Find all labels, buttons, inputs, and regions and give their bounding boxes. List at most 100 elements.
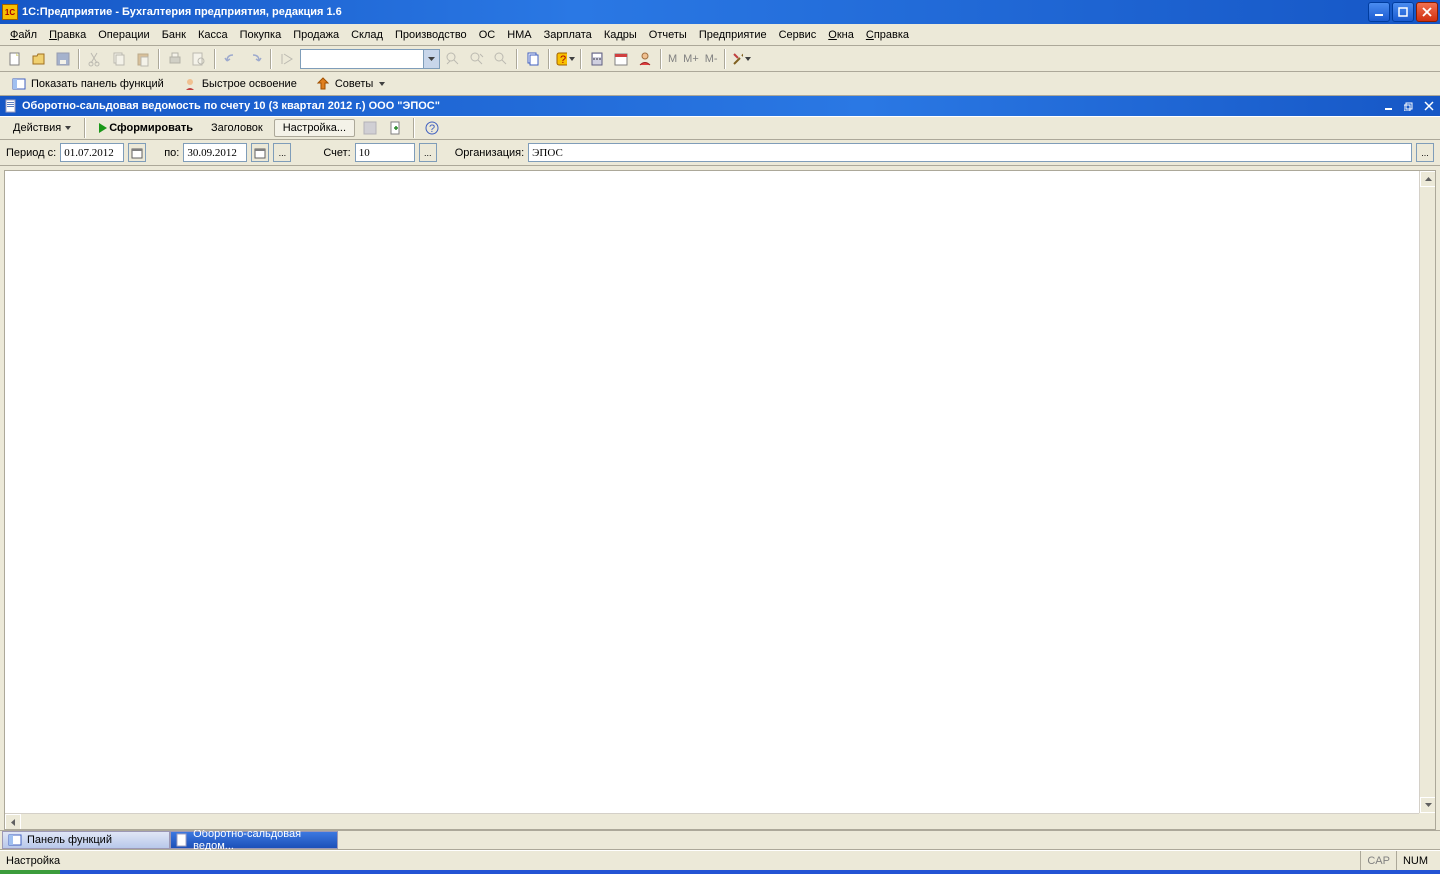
save-icon[interactable] bbox=[52, 48, 74, 70]
minimize-button[interactable] bbox=[1368, 2, 1390, 22]
print-icon[interactable] bbox=[164, 48, 186, 70]
period-from-label: Период с: bbox=[6, 147, 56, 159]
menu-enterprise[interactable]: Предприятие bbox=[693, 27, 773, 43]
doc-close-button[interactable] bbox=[1422, 99, 1436, 113]
doc-restore-button[interactable] bbox=[1402, 99, 1416, 113]
tools-icon[interactable] bbox=[730, 48, 752, 70]
scroll-track[interactable] bbox=[1420, 187, 1435, 797]
menu-salary[interactable]: Зарплата bbox=[538, 27, 598, 43]
titlebar: 1C 1С:Предприятие - Бухгалтерия предприя… bbox=[0, 0, 1440, 24]
settings-button[interactable]: Настройка... bbox=[274, 119, 355, 137]
document-icon bbox=[4, 99, 18, 113]
main-toolbar: ? M M+ M- bbox=[0, 46, 1440, 72]
menu-cash[interactable]: Касса bbox=[192, 27, 234, 43]
horizontal-scrollbar[interactable] bbox=[5, 813, 1435, 829]
save-report-icon[interactable] bbox=[359, 117, 381, 139]
undo-icon[interactable] bbox=[220, 48, 242, 70]
menu-warehouse[interactable]: Склад bbox=[345, 27, 389, 43]
show-panel-button[interactable]: Показать панель функций bbox=[6, 73, 169, 95]
secondary-toolbar: Показать панель функций Быстрое освоение… bbox=[0, 72, 1440, 96]
header-button[interactable]: Заголовок bbox=[204, 119, 270, 137]
organization-input[interactable] bbox=[528, 143, 1412, 162]
account-choose-button[interactable]: ... bbox=[419, 143, 437, 162]
svg-text:?: ? bbox=[429, 123, 435, 135]
actions-dropdown[interactable]: Действия bbox=[6, 119, 78, 137]
separator bbox=[214, 49, 216, 69]
period-choose-button[interactable]: ... bbox=[273, 143, 291, 162]
separator bbox=[580, 49, 582, 69]
new-document-icon[interactable] bbox=[4, 48, 26, 70]
menu-service[interactable]: Сервис bbox=[773, 27, 823, 43]
tips-button[interactable]: Советы bbox=[310, 73, 390, 95]
account-input[interactable] bbox=[355, 143, 415, 162]
menu-nma[interactable]: НМА bbox=[501, 27, 537, 43]
tab-label: Оборотно-сальдовая ведом... bbox=[193, 828, 327, 852]
generate-button[interactable]: Сформировать bbox=[92, 119, 200, 137]
menu-bank[interactable]: Банк bbox=[156, 27, 192, 43]
copy-icon[interactable] bbox=[108, 48, 130, 70]
help1c-icon[interactable]: ? bbox=[554, 48, 576, 70]
mminus-text[interactable]: M- bbox=[703, 53, 720, 65]
period-from-input[interactable] bbox=[60, 143, 124, 162]
separator bbox=[548, 49, 550, 69]
status-text: Настройка bbox=[6, 855, 1360, 867]
menu-os[interactable]: ОС bbox=[473, 27, 502, 43]
cut-icon[interactable] bbox=[84, 48, 106, 70]
menu-operations[interactable]: Операции bbox=[92, 27, 155, 43]
report-parameters: Период с: по: ... Счет: ... Организация:… bbox=[0, 140, 1440, 166]
scroll-down-button[interactable] bbox=[1420, 797, 1436, 813]
help-button[interactable]: ? bbox=[421, 117, 443, 139]
scroll-track[interactable] bbox=[21, 814, 1419, 829]
redo-icon[interactable] bbox=[244, 48, 266, 70]
quick-start-button[interactable]: Быстрое освоение bbox=[177, 73, 302, 95]
mplus-text[interactable]: M+ bbox=[681, 53, 701, 65]
tab-report[interactable]: Оборотно-сальдовая ведом... bbox=[170, 831, 338, 849]
find-next-icon[interactable] bbox=[466, 48, 488, 70]
menu-file[interactable]: Файл bbox=[4, 27, 43, 43]
find-all-icon[interactable] bbox=[490, 48, 512, 70]
menu-help[interactable]: Справка bbox=[860, 27, 915, 43]
report-area[interactable] bbox=[4, 170, 1436, 830]
calendar-icon[interactable] bbox=[610, 48, 632, 70]
menu-purchase[interactable]: Покупка bbox=[234, 27, 288, 43]
calculator-icon[interactable] bbox=[586, 48, 608, 70]
period-to-input[interactable] bbox=[183, 143, 247, 162]
menu-personnel[interactable]: Кадры bbox=[598, 27, 643, 43]
statusbar: Настройка CAP NUM bbox=[0, 850, 1440, 870]
m-text[interactable]: M bbox=[666, 53, 679, 65]
document-titlebar: Оборотно-сальдовая ведомость по счету 10… bbox=[0, 96, 1440, 116]
search-combo[interactable] bbox=[300, 49, 440, 69]
user-icon[interactable] bbox=[634, 48, 656, 70]
find-icon[interactable] bbox=[276, 48, 298, 70]
quick-start-label: Быстрое освоение bbox=[202, 78, 297, 90]
organization-choose-button[interactable]: ... bbox=[1416, 143, 1434, 162]
menu-windows[interactable]: Окна bbox=[822, 27, 860, 43]
play-icon bbox=[99, 123, 107, 133]
scroll-left-button[interactable] bbox=[5, 814, 21, 830]
menu-sale[interactable]: Продажа bbox=[287, 27, 345, 43]
tab-panel-functions[interactable]: Панель функций bbox=[2, 831, 170, 849]
scroll-up-button[interactable] bbox=[1420, 171, 1436, 187]
period-to-calendar-button[interactable] bbox=[251, 143, 269, 162]
maximize-button[interactable] bbox=[1392, 2, 1414, 22]
organization-label: Организация: bbox=[455, 147, 524, 159]
show-panel-label: Показать панель функций bbox=[31, 78, 164, 90]
find-prev-icon[interactable] bbox=[442, 48, 464, 70]
scroll-corner bbox=[1419, 813, 1435, 829]
open-icon[interactable] bbox=[28, 48, 50, 70]
menubar: Файл Правка Операции Банк Касса Покупка … bbox=[0, 24, 1440, 46]
restore-settings-icon[interactable] bbox=[385, 117, 407, 139]
menu-edit[interactable]: Правка bbox=[43, 27, 92, 43]
paste-icon[interactable] bbox=[132, 48, 154, 70]
svg-text:?: ? bbox=[560, 54, 566, 66]
clipboard-icon[interactable] bbox=[522, 48, 544, 70]
menu-reports[interactable]: Отчеты bbox=[643, 27, 693, 43]
document-icon bbox=[175, 832, 189, 848]
menu-production[interactable]: Производство bbox=[389, 27, 473, 43]
period-from-calendar-button[interactable] bbox=[128, 143, 146, 162]
close-button[interactable] bbox=[1416, 2, 1438, 22]
vertical-scrollbar[interactable] bbox=[1419, 171, 1435, 813]
print-preview-icon[interactable] bbox=[188, 48, 210, 70]
status-cap: CAP bbox=[1360, 851, 1396, 870]
doc-minimize-button[interactable] bbox=[1382, 99, 1396, 113]
